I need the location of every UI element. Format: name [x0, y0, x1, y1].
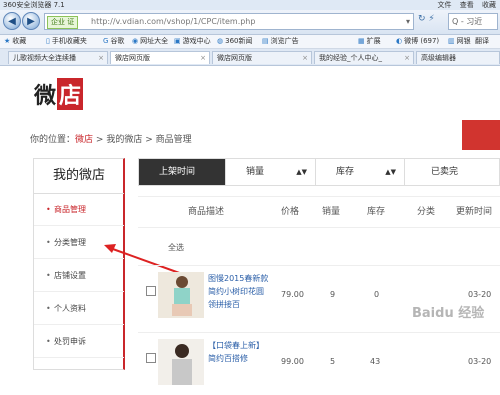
action-button[interactable] [462, 120, 500, 150]
fav-item[interactable]: ▯ 手机收藏夹 [46, 35, 87, 48]
breadcrumb-link[interactable]: 微店 [75, 135, 93, 145]
fav-item[interactable]: ▥ 网银 [448, 35, 471, 48]
browser-tab[interactable]: 儿歌视频大全连续播 × [8, 51, 108, 64]
search-input[interactable]: Q - 习近 [448, 13, 498, 30]
filter-sold-out[interactable]: 已卖完 [405, 159, 499, 185]
header-stock: 库存 [367, 207, 386, 217]
dropdown-arrow-icon[interactable]: ▾ [406, 14, 410, 29]
phone-icon: ▯ [46, 37, 50, 45]
sidebar-title: 我的微店 [34, 159, 124, 194]
browser-tab[interactable]: 高级编辑器 [416, 51, 500, 64]
close-icon[interactable]: × [302, 52, 308, 64]
ad-icon: ▤ [262, 37, 269, 45]
logo[interactable]: 微店 [34, 78, 84, 110]
product-thumbnail[interactable] [158, 339, 204, 385]
header-price: 价格 [281, 207, 300, 217]
sort-by-listing-time[interactable]: 上架时间 [139, 159, 226, 185]
bank-icon: ▥ [448, 37, 455, 45]
tab-bar: 儿歌视频大全连续播 × 微店网页版 × 微店网页版 × 我的经验_个人中心_ × 高级编… [0, 49, 500, 66]
browser-tab[interactable]: 微店网页版 × [212, 51, 312, 64]
fav-item[interactable]: ◍ 360新闻 [217, 35, 252, 48]
star-icon: ★ [4, 37, 11, 45]
fav-item[interactable]: ▣ 游戏中心 [174, 35, 211, 48]
product-sales: 9 [330, 290, 336, 299]
security-badge: 企业 证 [47, 16, 79, 29]
favorites-bar: ★ 收藏 ▯ 手机收藏夹 G 谷歌 ◉ 网址大全 ▣ 游戏中心 ◍ 360新闻 ▤ 浏览广告 … [0, 35, 500, 49]
product-stock: 0 [374, 290, 380, 299]
address-bar[interactable]: 企业 证 http://v.vdian.com/vshop/1/CPC/item… [44, 13, 414, 30]
product-stock: 43 [370, 357, 381, 366]
sidebar-item-appeal[interactable]: 处罚申诉 [34, 326, 124, 358]
breadcrumb-separator: > [145, 135, 153, 145]
fav-item[interactable]: ▤ 浏览广告 [262, 35, 299, 48]
close-icon[interactable]: × [404, 52, 410, 64]
logo-highlight: 店 [57, 78, 84, 110]
close-icon[interactable]: × [200, 52, 206, 64]
game-icon: ▣ [174, 37, 181, 45]
logo-text: 微 [34, 84, 57, 109]
header-updated: 更新时间 [456, 207, 493, 217]
url-text[interactable]: http://v.vdian.com/vshop/1/CPC/item.php [91, 14, 255, 29]
header-category: 分类 [417, 207, 436, 217]
breadcrumb: 你的位置：微店 > 我的微店 > 商品管理 [30, 132, 192, 145]
fav-item[interactable]: ◉ 网址大全 [132, 35, 168, 48]
fav-item[interactable]: ▦ 扩展 [358, 35, 381, 48]
sidebar-item-profile[interactable]: 个人资料 [34, 293, 124, 325]
fav-item[interactable]: ★ 收藏 [4, 35, 26, 48]
sort-by-sales[interactable]: 销量 ▲▼ [226, 159, 316, 185]
fav-item[interactable]: ◐ 微博 (697) [396, 35, 439, 48]
weibo-icon: ◐ [396, 37, 403, 45]
forward-arrow-icon[interactable]: ▶ [22, 12, 40, 30]
news-icon: ◍ [217, 37, 224, 45]
browser-title-bar: 360安全浏览器 7.1 文件 查看 收藏 [0, 0, 500, 10]
browser-title: 360安全浏览器 7.1 [3, 1, 65, 9]
fav-item[interactable]: 翻译 [475, 35, 489, 48]
breadcrumb-current: 商品管理 [155, 135, 192, 145]
close-icon[interactable]: × [98, 52, 104, 64]
product-title[interactable]: 图慢2015春新款简约小树印花圆领拼接百 [208, 272, 270, 311]
product-updated: 03-20 [468, 357, 492, 366]
breadcrumb-item[interactable]: 我的微店 [106, 135, 142, 145]
sort-bar: 上架时间 销量 ▲▼ 库存 ▲▼ 已卖完 [138, 158, 500, 186]
browser-tab[interactable]: 我的经验_个人中心_ × [314, 51, 414, 64]
extension-icon: ▦ [358, 37, 365, 45]
row-checkbox[interactable] [146, 286, 156, 296]
menu-view[interactable]: 查看 [460, 1, 474, 9]
header-sales: 销量 [322, 207, 341, 217]
menu-file[interactable]: 文件 [438, 1, 452, 9]
table-header: 商品描述 价格 销量 库存 分类 更新时间 [138, 196, 500, 228]
globe-icon: ◉ [132, 37, 139, 45]
select-all[interactable]: 全选 [168, 242, 184, 253]
refresh-icon[interactable]: ↻ ⚡ [418, 14, 435, 24]
sort-by-stock[interactable]: 库存 ▲▼ [316, 159, 405, 185]
watermark: Baidu 经验 [412, 306, 485, 321]
browser-menu: 文件 查看 收藏 [438, 0, 496, 10]
sidebar-item-products[interactable]: 商品管理 [34, 194, 124, 226]
back-arrow-icon[interactable]: ◀ [3, 12, 21, 30]
fav-item[interactable]: G 谷歌 [103, 35, 124, 48]
product-thumbnail[interactable] [158, 272, 204, 318]
sort-arrows-icon: ▲▼ [296, 168, 307, 176]
row-checkbox[interactable] [146, 353, 156, 363]
table-row: 【口袋春上新】简约百搭修 99.00 5 43 03-20 [138, 332, 500, 395]
breadcrumb-separator: > [95, 135, 104, 145]
header-description: 商品描述 [188, 207, 225, 217]
browser-tab-active[interactable]: 微店网页版 × [110, 51, 210, 64]
product-updated: 03-20 [468, 290, 492, 299]
product-sales: 5 [330, 357, 336, 366]
breadcrumb-prefix: 你的位置： [30, 135, 76, 145]
product-price: 79.00 [281, 290, 304, 299]
menu-favorites[interactable]: 收藏 [482, 1, 496, 9]
product-title[interactable]: 【口袋春上新】简约百搭修 [208, 339, 270, 365]
google-icon: G [103, 37, 109, 45]
sort-arrows-icon: ▲▼ [385, 168, 396, 176]
product-price: 99.00 [281, 357, 304, 366]
browser-nav-bar: ◀ ▶ 企业 证 http://v.vdian.com/vshop/1/CPC/… [0, 10, 500, 35]
